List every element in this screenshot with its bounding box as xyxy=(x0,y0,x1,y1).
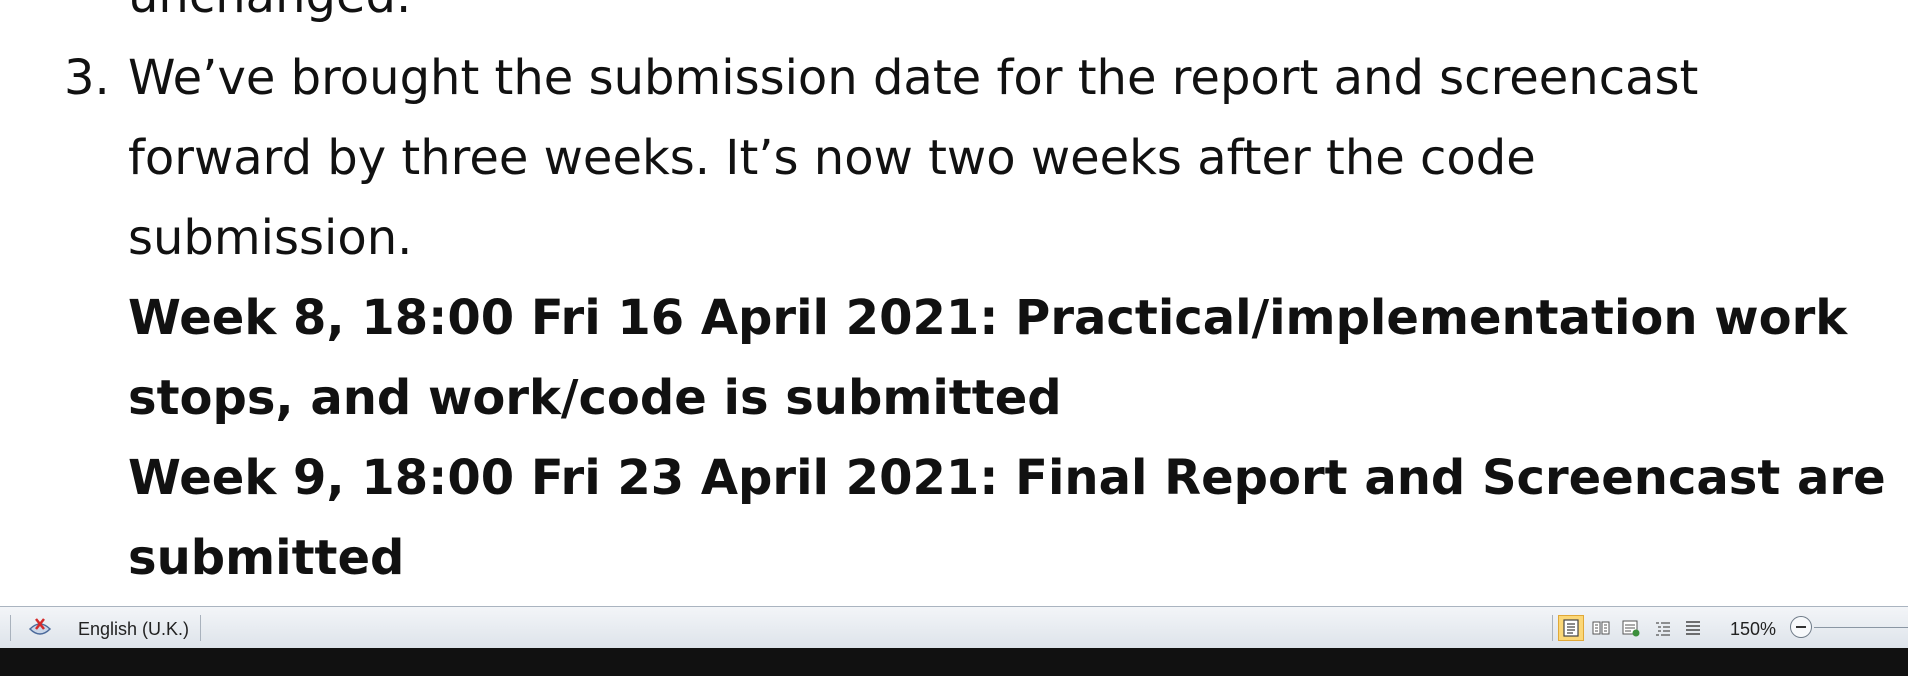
proofing-icon[interactable] xyxy=(24,615,56,641)
zoom-level[interactable]: 150% xyxy=(1730,619,1776,640)
document-bold-line: submitted xyxy=(128,530,405,586)
zoom-slider[interactable] xyxy=(1814,627,1908,628)
draft-icon[interactable] xyxy=(1680,615,1706,641)
status-separator xyxy=(10,615,11,641)
document-bold-line: stops, and work/code is submitted xyxy=(128,370,1062,426)
document-line: We’ve brought the submission date for th… xyxy=(128,50,1699,106)
web-layout-icon[interactable] xyxy=(1618,615,1644,641)
document-page[interactable]: unchanged. 3. We’ve brought the submissi… xyxy=(0,0,1908,606)
list-item-number: 3. xyxy=(64,50,110,106)
document-line: submission. xyxy=(128,210,413,266)
taskbar-edge xyxy=(0,648,1908,676)
status-separator xyxy=(200,615,201,641)
outline-icon[interactable] xyxy=(1650,615,1676,641)
full-screen-reading-icon[interactable] xyxy=(1588,615,1614,641)
document-line-partial: unchanged. xyxy=(128,0,411,26)
document-line: forward by three weeks. It’s now two wee… xyxy=(128,130,1536,186)
print-layout-icon[interactable] xyxy=(1558,615,1584,641)
document-bold-line: Week 8, 18:00 Fri 16 April 2021: Practic… xyxy=(128,290,1848,346)
language-indicator[interactable]: English (U.K.) xyxy=(78,619,189,640)
status-bar: English (U.K.) 150% xyxy=(0,606,1908,649)
document-bold-line: Week 9, 18:00 Fri 23 April 2021: Final R… xyxy=(128,450,1886,506)
zoom-out-icon[interactable] xyxy=(1790,616,1812,638)
status-separator xyxy=(1552,615,1553,641)
